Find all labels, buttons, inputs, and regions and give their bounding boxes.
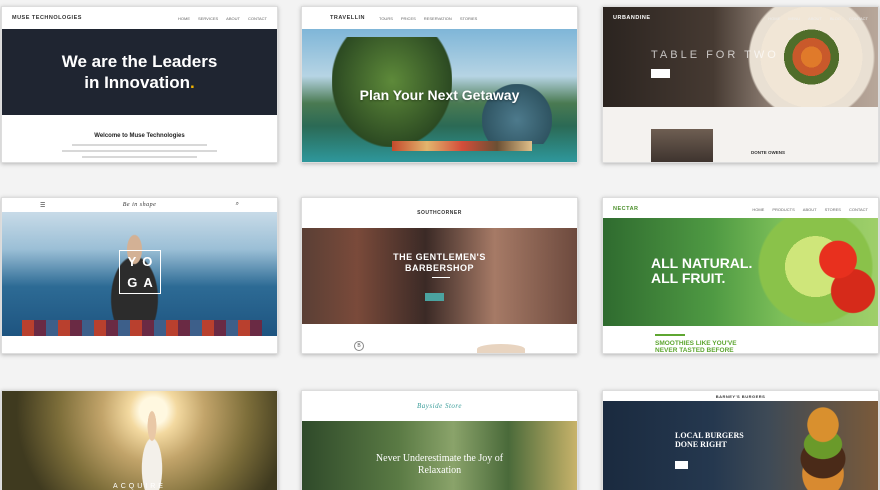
- hero-title-line2: in Innovation: [84, 73, 191, 92]
- card-nav: TRAVELLIN TOURS PRICES RESERVATION STORI…: [302, 7, 577, 29]
- hero-title-line2: ALL FRUIT.: [651, 270, 726, 286]
- nav-link[interactable]: ABOUT: [808, 16, 822, 21]
- card-logo: MUSE TECHNOLOGIES: [12, 15, 82, 21]
- section-title-line1: SMOOTHIES LIKE YOU'VE: [655, 340, 737, 347]
- search-icon[interactable]: ⌕: [236, 201, 239, 208]
- nav-link[interactable]: ABOUT: [226, 16, 240, 21]
- card-nav: URBANDINE HOME MENU ABOUT BLOG CONTACT: [603, 7, 878, 29]
- card-logo: Be in shape: [122, 202, 157, 208]
- card-nav: MUSE TECHNOLOGIES HOME SERVICES ABOUT CO…: [2, 7, 277, 29]
- burger-image: [763, 406, 878, 490]
- logo-letter: Y: [127, 253, 143, 269]
- section-title: Welcome to Muse Technologies: [94, 133, 185, 139]
- card-logo: BARNEY'S BURGERS: [715, 393, 766, 399]
- template-gallery: MUSE TECHNOLOGIES HOME SERVICES ABOUT CO…: [0, 0, 880, 490]
- logo-letter: A: [143, 274, 159, 290]
- hero-title-line1: ALL NATURAL.: [651, 255, 753, 271]
- nav-links: HOME PRODUCTS ABOUT STORES CONTACT: [752, 207, 868, 212]
- nav-link[interactable]: CONTACT: [849, 16, 868, 21]
- hero-button[interactable]: [425, 293, 444, 301]
- card-nav: NECTAR HOME PRODUCTS ABOUT STORES CONTAC…: [603, 198, 878, 220]
- strawberry-image: [778, 228, 878, 318]
- nav-link[interactable]: BLOG: [830, 16, 841, 21]
- nav-link[interactable]: PRICES: [401, 16, 416, 21]
- nav-links: HOME SERVICES ABOUT CONTACT: [178, 16, 267, 21]
- nav-link[interactable]: HOME: [178, 16, 190, 21]
- divider: [432, 277, 450, 278]
- hero-title: Never Underestimate the Joy of Relaxatio…: [302, 453, 577, 477]
- nav-link[interactable]: PRODUCTS: [772, 207, 794, 212]
- template-card-nectar[interactable]: NECTAR HOME PRODUCTS ABOUT STORES CONTAC…: [602, 197, 879, 354]
- card-logo: TRAVELLIN: [330, 15, 365, 21]
- boats-image: [392, 141, 532, 151]
- card-logo: NECTAR: [613, 206, 639, 212]
- hero-title-line2: BARBERSHOP: [404, 263, 474, 273]
- hero-title: LOCAL BURGERS DONE RIGHT: [675, 431, 744, 449]
- card-nav: ☰ Be in shape ⌕: [2, 198, 277, 212]
- template-card-yoga[interactable]: ☰ Be in shape ⌕ YOGA: [1, 197, 278, 354]
- hero-title-line2: DONE RIGHT: [675, 440, 727, 449]
- nav-link[interactable]: CONTACT: [849, 207, 868, 212]
- nav-link[interactable]: RESERVATION: [424, 16, 452, 21]
- yoga-mat-image: [22, 320, 262, 336]
- card-nav: BARNEY'S BURGERS: [603, 391, 878, 401]
- hero-title: ACQUIRE: [113, 483, 166, 490]
- nav-link[interactable]: CONTACT: [248, 16, 267, 21]
- person-image: [132, 409, 172, 490]
- section-title: SMOOTHIES LIKE YOU'VE NEVER TASTED BEFOR…: [655, 340, 737, 354]
- section-title-line2: NEVER TASTED BEFORE: [655, 347, 734, 354]
- hero-title-line1: Never Underestimate the Joy of: [375, 453, 504, 464]
- template-card-muse-technologies[interactable]: MUSE TECHNOLOGIES HOME SERVICES ABOUT CO…: [1, 6, 278, 163]
- nav-link[interactable]: SERVICES: [198, 16, 218, 21]
- hero-title: Plan Your Next Getaway: [359, 87, 520, 103]
- nav-link[interactable]: ABOUT: [803, 207, 817, 212]
- nav-link[interactable]: STORIES: [460, 16, 478, 21]
- nav-link[interactable]: HOME: [752, 207, 764, 212]
- card-hero: We are the Leaders in Innovation.: [2, 29, 277, 115]
- chef-name: DONTE OWENS: [751, 150, 786, 155]
- logo-letter: O: [142, 253, 159, 269]
- hero-title-line1: We are the Leaders: [61, 52, 218, 71]
- nav-link[interactable]: STORES: [825, 207, 841, 212]
- template-card-acquire[interactable]: ACQUIRE: [1, 390, 278, 490]
- hero-title-line2: Relaxation: [417, 465, 462, 476]
- paragraph-placeholder: [62, 144, 217, 162]
- person-image: [477, 344, 525, 353]
- hero-title-dot: .: [190, 73, 195, 92]
- template-card-southcorner[interactable]: SOUTHCORNER THE GENTLEMEN'S BARBERSHOP B: [301, 197, 578, 354]
- hero-title-line1: THE GENTLEMEN'S: [393, 252, 486, 262]
- nav-links: HOME MENU ABOUT BLOG CONTACT: [768, 16, 868, 21]
- card-logo: Bayside Store: [417, 402, 462, 410]
- card-logo: URBANDINE: [613, 15, 651, 21]
- yoga-logo-box: YOGA: [119, 250, 161, 294]
- nav-link[interactable]: TOURS: [379, 16, 393, 21]
- card-hero: [302, 228, 577, 324]
- template-card-barneys-burgers[interactable]: BARNEY'S BURGERS LOCAL BURGERS DONE RIGH…: [602, 390, 879, 490]
- hero-title: THE GENTLEMEN'S BARBERSHOP: [302, 252, 577, 274]
- nav-link[interactable]: MENU: [788, 16, 800, 21]
- hero-button[interactable]: [675, 461, 689, 469]
- chef-photo: [651, 129, 713, 162]
- nav-links: TOURS PRICES RESERVATION STORIES: [379, 16, 477, 21]
- template-card-urbandine[interactable]: URBANDINE HOME MENU ABOUT BLOG CONTACT T…: [602, 6, 879, 163]
- hero-button[interactable]: [651, 69, 670, 78]
- card-nav: SOUTHCORNER: [302, 198, 577, 228]
- card-nav: Bayside Store: [302, 391, 577, 421]
- divider: [655, 334, 685, 336]
- hero-title: ALL NATURAL. ALL FRUIT.: [651, 256, 752, 286]
- hero-title: TABLE FOR TWO: [651, 49, 779, 61]
- card-hero: [2, 391, 277, 490]
- chef-section: DONTE OWENS: [603, 107, 878, 162]
- nav-link[interactable]: HOME: [768, 16, 780, 21]
- badge-icon: B: [354, 341, 364, 351]
- logo-letter: G: [127, 274, 144, 290]
- hero-title: We are the Leaders in Innovation.: [62, 51, 218, 93]
- card-logo: SOUTHCORNER: [417, 210, 462, 216]
- hero-title-line1: LOCAL BURGERS: [675, 431, 744, 440]
- template-card-bayside-store[interactable]: Bayside Store Never Underestimate the Jo…: [301, 390, 578, 490]
- menu-icon[interactable]: ☰: [40, 202, 45, 209]
- template-card-travellin[interactable]: TRAVELLIN TOURS PRICES RESERVATION STORI…: [301, 6, 578, 163]
- card-hero: Plan Your Next Getaway: [302, 29, 577, 162]
